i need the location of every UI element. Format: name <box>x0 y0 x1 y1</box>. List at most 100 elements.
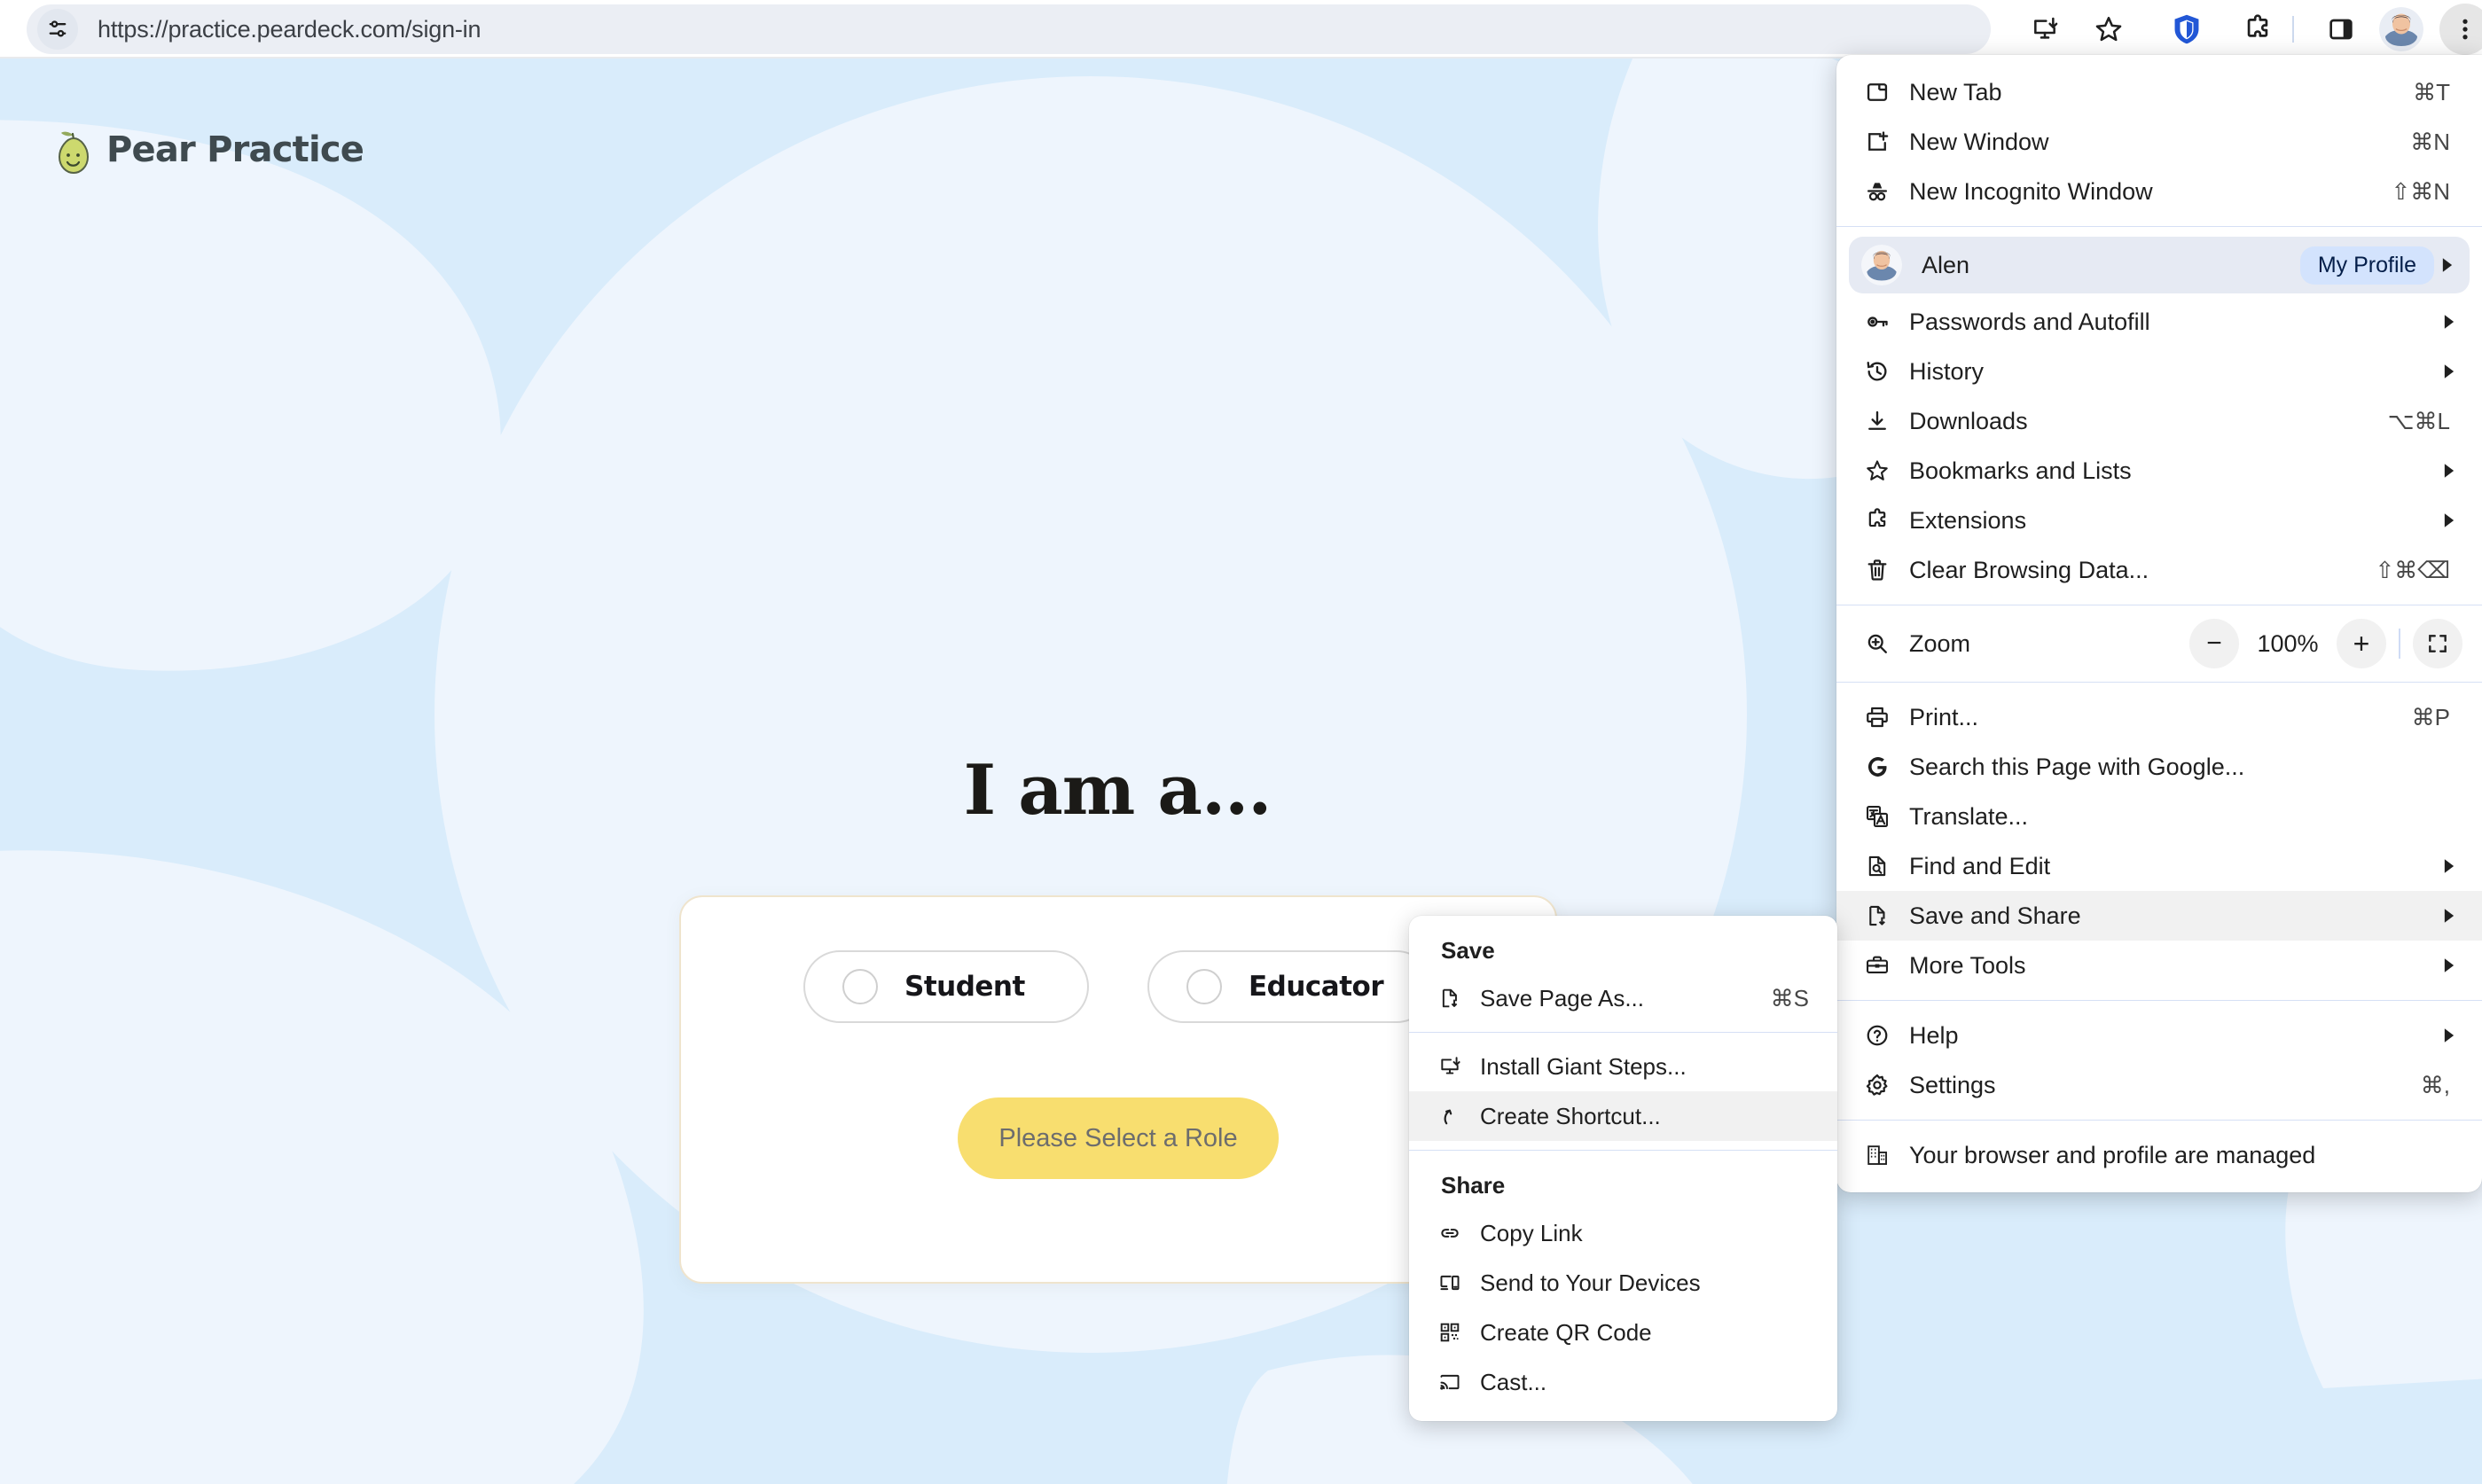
chrome-menu-kebab-icon[interactable] <box>2439 4 2482 55</box>
menu-accel: ⌥⌘L <box>2387 407 2450 434</box>
find-edit-icon <box>1856 854 1899 879</box>
menu-label: New Window <box>1909 128 2049 155</box>
menu-item-bookmarks-and-lists[interactable]: Bookmarks and Lists <box>1836 446 2482 496</box>
menu-label: Downloads <box>1909 407 2028 434</box>
role-option-student[interactable]: Student <box>803 950 1089 1023</box>
tune-icon[interactable] <box>37 9 78 50</box>
menu-zoom-row: Zoom − 100% + <box>1836 615 2482 672</box>
menu-item-extensions[interactable]: Extensions <box>1836 496 2482 545</box>
submenu-separator <box>1409 1150 1837 1151</box>
chevron-right-icon <box>2436 957 2462 973</box>
submit-role-button[interactable]: Please Select a Role <box>958 1097 1279 1179</box>
menu-item-clear-browsing-data[interactable]: Clear Browsing Data... ⇧⌘⌫ <box>1836 545 2482 595</box>
submenu-item-create-qr-code[interactable]: Create QR Code <box>1409 1308 1837 1357</box>
menu-label: Search this Page with Google... <box>1909 753 2245 780</box>
profile-avatar[interactable] <box>2379 7 2423 51</box>
menu-label: Settings <box>1909 1071 1996 1098</box>
menu-label: Print... <box>1909 703 1979 730</box>
menu-item-managed-notice[interactable]: Your browser and profile are managed <box>1836 1130 2482 1180</box>
menu-item-history[interactable]: History <box>1836 347 2482 396</box>
radio-educator[interactable] <box>1186 969 1222 1004</box>
menu-label: Translate... <box>1909 802 2029 830</box>
zoom-out-button[interactable]: − <box>2189 619 2239 668</box>
submenu-separator <box>1409 1032 1837 1033</box>
brand-name: Pear Practice <box>106 129 364 170</box>
install-desktop-icon <box>1429 1055 1471 1078</box>
menu-separator <box>1836 226 2482 227</box>
menu-item-passwords-and-autofill[interactable]: Passwords and Autofill <box>1836 297 2482 347</box>
zoom-in-button[interactable]: + <box>2337 619 2386 668</box>
submenu-label: Install Giant Steps... <box>1480 1052 1687 1080</box>
menu-accel: ⌘N <box>2410 128 2450 155</box>
enterprise-building-icon <box>1856 1143 1899 1168</box>
menu-item-translate[interactable]: Translate... <box>1836 792 2482 841</box>
submenu-accel: ⌘S <box>1770 984 1809 1011</box>
menu-item-new-window[interactable]: New Window ⌘N <box>1836 117 2482 167</box>
zoom-divider <box>2399 629 2400 659</box>
address-bar[interactable]: https://practice.peardeck.com/sign-in <box>27 4 1991 54</box>
radio-student[interactable] <box>842 969 878 1004</box>
role-option-educator[interactable]: Educator <box>1147 950 1433 1023</box>
menu-item-help[interactable]: Help <box>1836 1011 2482 1060</box>
menu-accel: ⌘T <box>2413 78 2450 105</box>
chevron-right-icon <box>2436 314 2462 330</box>
menu-label: Save and Share <box>1909 902 2081 929</box>
tools-icon <box>1856 953 1899 978</box>
menu-item-more-tools[interactable]: More Tools <box>1836 941 2482 990</box>
shield-extension-icon[interactable] <box>2161 4 2212 55</box>
submenu-item-save-page-as[interactable]: Save Page As... ⌘S <box>1409 973 1837 1023</box>
submenu-item-send-to-your-devices[interactable]: Send to Your Devices <box>1409 1258 1837 1308</box>
menu-accel: ⌘, <box>2420 1071 2450 1098</box>
url-text: https://practice.peardeck.com/sign-in <box>98 15 482 43</box>
chrome-main-menu: New Tab ⌘T New Window ⌘N New Incognito W… <box>1836 55 2482 1192</box>
fullscreen-button[interactable] <box>2413 619 2462 668</box>
menu-label: Clear Browsing Data... <box>1909 556 2149 583</box>
google-g-icon <box>1856 754 1899 779</box>
menu-accel: ⇧⌘⌫ <box>2375 556 2450 583</box>
submenu-item-copy-link[interactable]: Copy Link <box>1409 1208 1837 1258</box>
menu-item-new-tab[interactable]: New Tab ⌘T <box>1836 67 2482 117</box>
chevron-right-icon <box>2436 512 2462 528</box>
submenu-item-create-shortcut[interactable]: Create Shortcut... <box>1409 1091 1837 1141</box>
download-icon <box>1856 409 1899 433</box>
menu-label: More Tools <box>1909 951 2026 979</box>
incognito-icon <box>1856 179 1899 204</box>
extensions-puzzle-icon[interactable] <box>2232 4 2283 55</box>
zoom-level-value: 100% <box>2257 629 2319 657</box>
menu-item-profile[interactable]: Alen My Profile <box>1849 237 2470 293</box>
key-icon <box>1856 309 1899 334</box>
menu-label: Help <box>1909 1021 1959 1049</box>
qr-code-icon <box>1429 1321 1471 1344</box>
menu-item-new-incognito-window[interactable]: New Incognito Window ⇧⌘N <box>1836 167 2482 216</box>
link-icon <box>1429 1222 1471 1245</box>
menu-item-downloads[interactable]: Downloads ⌥⌘L <box>1836 396 2482 446</box>
menu-item-search-page-with-google[interactable]: Search this Page with Google... <box>1836 742 2482 792</box>
shortcut-arrow-icon <box>1429 1105 1471 1128</box>
menu-accel: ⇧⌘N <box>2391 177 2450 205</box>
save-page-icon <box>1429 987 1471 1010</box>
submenu-label: Cast... <box>1480 1368 1547 1395</box>
menu-item-save-and-share[interactable]: Save and Share <box>1836 891 2482 941</box>
chevron-right-icon <box>2436 363 2462 379</box>
chevron-right-icon <box>2436 858 2462 874</box>
submenu-heading-save: Save <box>1441 937 1495 964</box>
puzzle-icon <box>1856 508 1899 533</box>
menu-item-settings[interactable]: Settings ⌘, <box>1836 1060 2482 1110</box>
my-profile-chip[interactable]: My Profile <box>2299 246 2434 285</box>
toolbar-right-group <box>1985 0 2482 59</box>
menu-item-find-and-edit[interactable]: Find and Edit <box>1836 841 2482 891</box>
brand-logo[interactable]: Pear Practice <box>51 125 364 175</box>
submenu-label: Create Shortcut... <box>1480 1102 1661 1129</box>
browser-toolbar: https://practice.peardeck.com/sign-in <box>0 0 2482 59</box>
save-share-icon <box>1856 903 1899 928</box>
menu-label: Passwords and Autofill <box>1909 308 2150 335</box>
install-app-icon[interactable] <box>2019 4 2071 55</box>
submenu-item-cast[interactable]: Cast... <box>1409 1357 1837 1407</box>
bookmark-star-icon[interactable] <box>2083 4 2134 55</box>
chevron-right-icon <box>2436 463 2462 479</box>
submenu-item-install-app[interactable]: Install Giant Steps... <box>1409 1042 1837 1091</box>
menu-label: Bookmarks and Lists <box>1909 457 2132 484</box>
star-icon <box>1856 458 1899 483</box>
side-panel-icon[interactable] <box>2315 4 2367 55</box>
menu-item-print[interactable]: Print... ⌘P <box>1836 692 2482 742</box>
